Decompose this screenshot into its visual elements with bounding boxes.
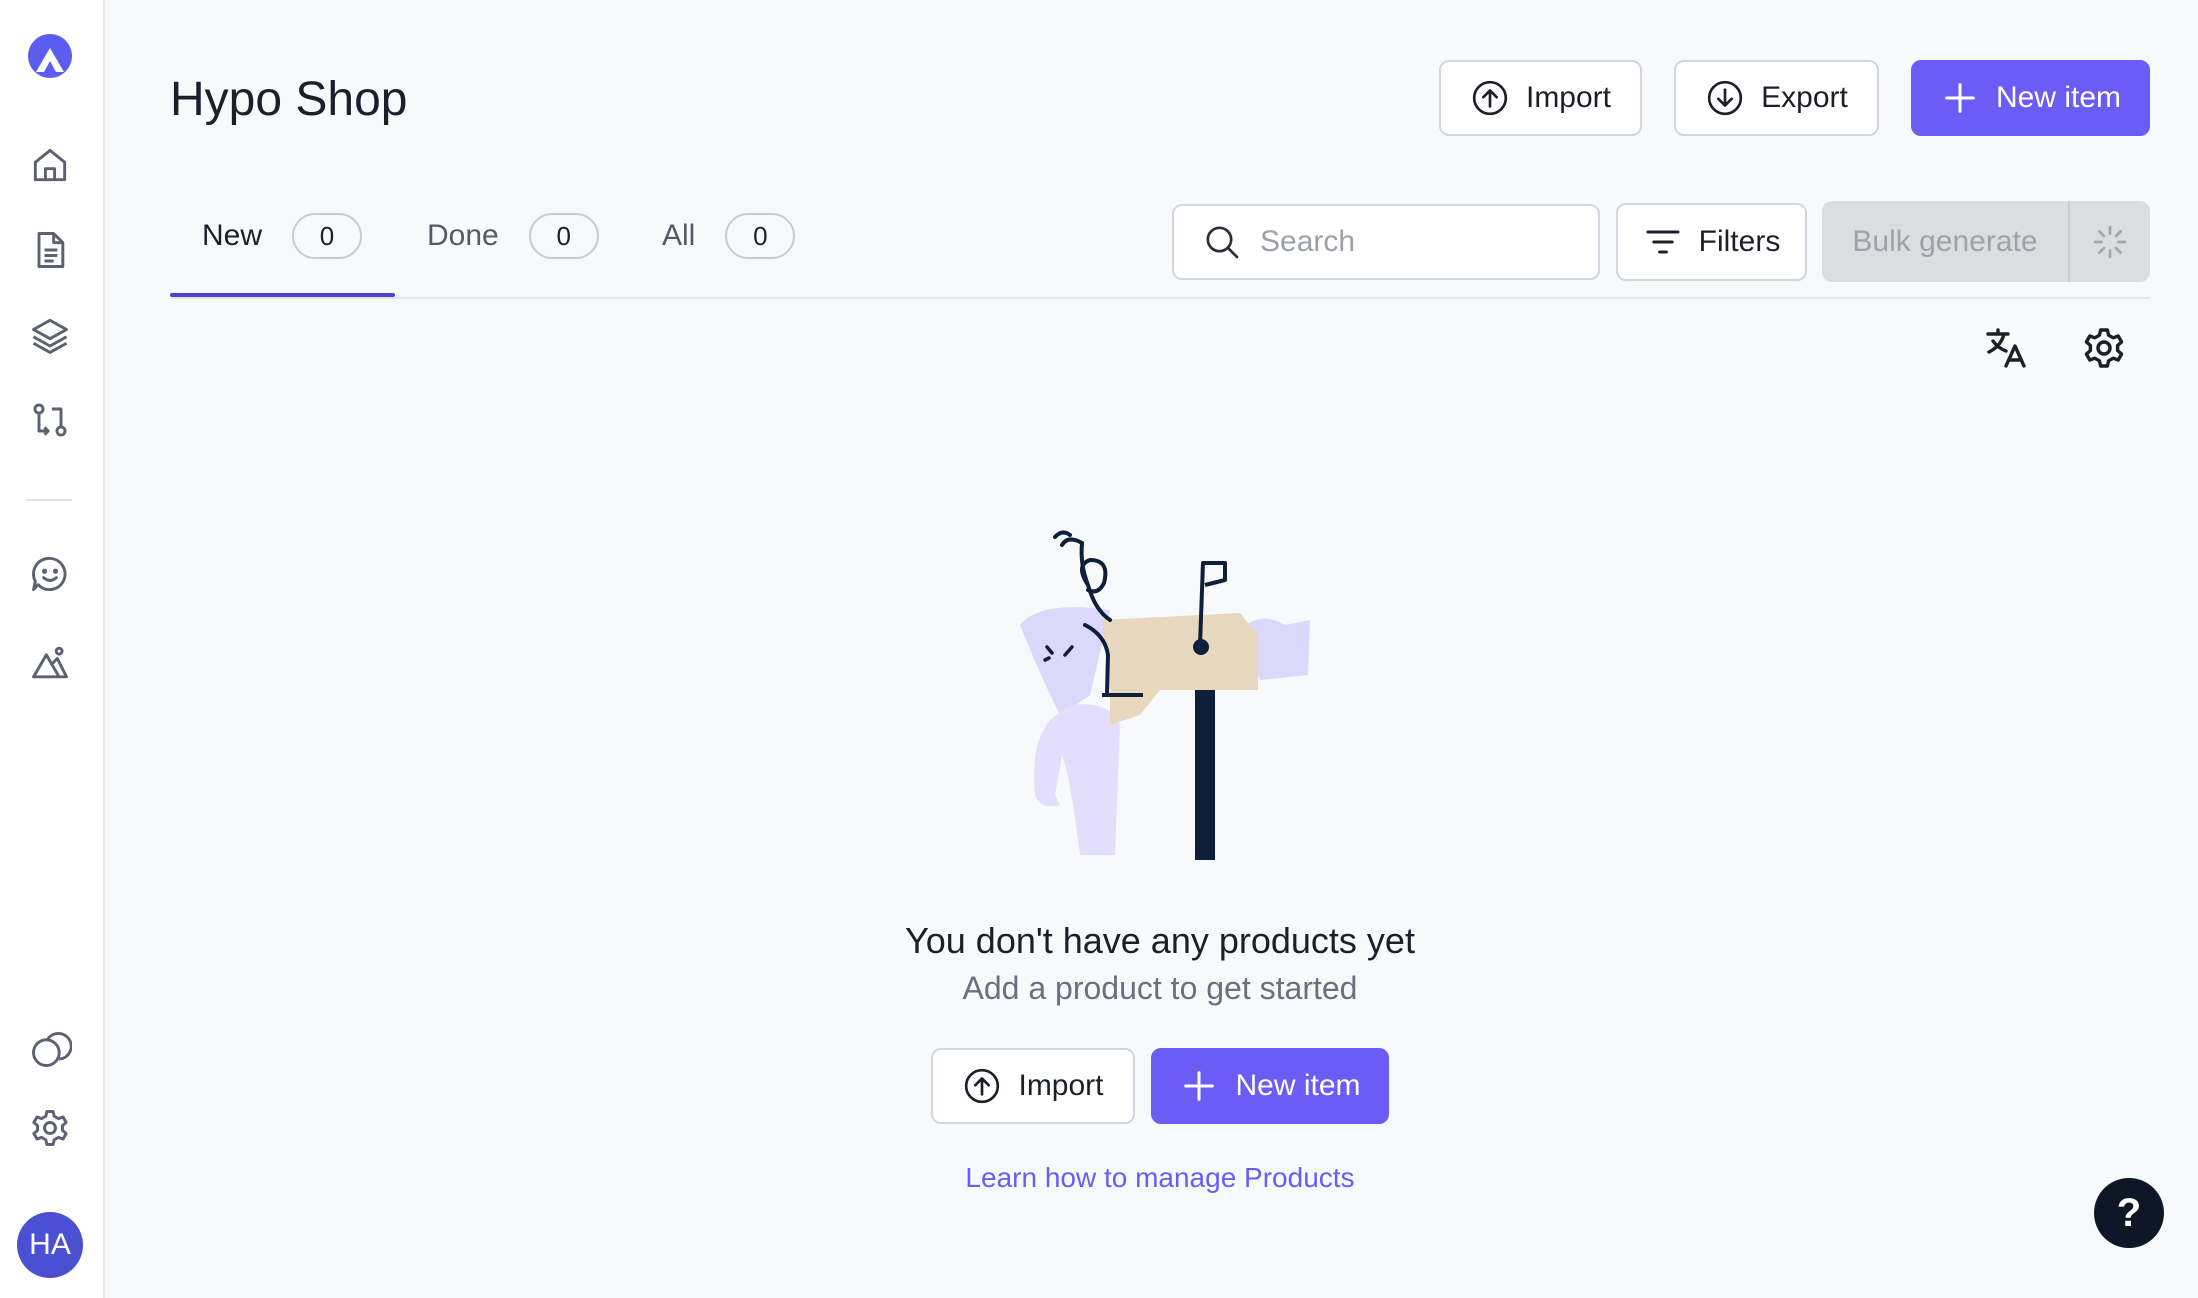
empty-state-subtitle: Add a product to get started <box>962 970 1358 1006</box>
empty-state-title: You don't have any products yet <box>905 920 1415 961</box>
new-item-button[interactable]: New item <box>1911 60 2150 136</box>
gear-icon <box>2084 328 2124 368</box>
bulk-generate-label: Bulk generate <box>1822 201 2070 282</box>
sidebar-item-settings[interactable] <box>22 1100 78 1156</box>
search-input[interactable] <box>1260 225 1580 259</box>
sidebar-divider <box>26 499 72 501</box>
sidebar-item-workflows[interactable] <box>22 392 78 448</box>
page-title: Hypo Shop <box>170 73 408 126</box>
circles-icon <box>32 1032 72 1067</box>
import-button[interactable]: Import <box>1439 60 1642 136</box>
filter-lines-icon <box>1646 230 1680 254</box>
filters-button[interactable]: Filters <box>1616 203 1807 281</box>
translate-button[interactable] <box>1978 320 2034 376</box>
sidebar-item-chat[interactable] <box>22 546 78 602</box>
search-box[interactable] <box>1172 204 1600 280</box>
search-icon <box>1206 226 1239 259</box>
loading-spinner-icon <box>2093 225 2127 258</box>
tab-label: Done <box>427 219 499 252</box>
plus-icon <box>1945 83 1975 113</box>
chat-smile-icon <box>32 556 67 592</box>
learn-products-link[interactable]: Learn how to manage Products <box>0 1162 2198 1194</box>
app-logo-icon[interactable] <box>22 28 78 84</box>
export-button-label: Export <box>1761 81 1848 114</box>
sidebar-item-layers[interactable] <box>22 307 78 363</box>
image-icon <box>32 646 68 679</box>
empty-import-button-label: Import <box>1018 1069 1104 1102</box>
upload-circle-icon <box>965 1068 1000 1104</box>
plus-icon <box>1184 1071 1215 1101</box>
document-icon <box>37 232 65 268</box>
tab-done[interactable]: Done 0 <box>427 206 599 266</box>
tab-all[interactable]: All 0 <box>662 206 796 266</box>
translate-icon <box>1986 328 2026 368</box>
empty-new-item-button-label: New item <box>1235 1069 1361 1102</box>
tabs-divider <box>170 297 2150 299</box>
sidebar: HA <box>0 0 105 1298</box>
sidebar-item-documents[interactable] <box>22 222 78 278</box>
help-button[interactable]: ? <box>2094 1178 2164 1248</box>
export-button[interactable]: Export <box>1674 60 1879 136</box>
tab-count-badge: 0 <box>292 213 363 259</box>
bulk-generate-button[interactable]: Bulk generate <box>1822 201 2150 282</box>
sidebar-item-integrations[interactable] <box>22 1021 78 1077</box>
empty-import-button[interactable]: Import <box>931 1048 1135 1124</box>
sidebar-item-images[interactable] <box>22 636 78 692</box>
layers-icon <box>32 318 68 354</box>
sidebar-item-home[interactable] <box>22 137 78 193</box>
empty-new-item-button[interactable]: New item <box>1151 1048 1389 1124</box>
new-item-button-label: New item <box>1995 81 2122 114</box>
import-button-label: Import <box>1525 81 1612 114</box>
download-circle-icon <box>1707 80 1743 116</box>
empty-mailbox-illustration <box>1020 530 1310 860</box>
upload-circle-icon <box>1472 80 1508 116</box>
gear-icon <box>32 1110 68 1146</box>
settings-button[interactable] <box>2076 320 2132 376</box>
tab-new[interactable]: New 0 <box>202 206 363 266</box>
tab-label: New <box>202 219 263 252</box>
tab-count-badge: 0 <box>725 213 796 259</box>
bulk-generate-options[interactable] <box>2070 201 2150 282</box>
filters-button-label: Filters <box>1698 225 1781 258</box>
home-icon <box>33 148 67 182</box>
tab-label: All <box>662 219 696 252</box>
workflow-icon <box>33 403 67 437</box>
avatar[interactable]: HA <box>17 1212 83 1278</box>
tab-count-badge: 0 <box>528 213 599 259</box>
